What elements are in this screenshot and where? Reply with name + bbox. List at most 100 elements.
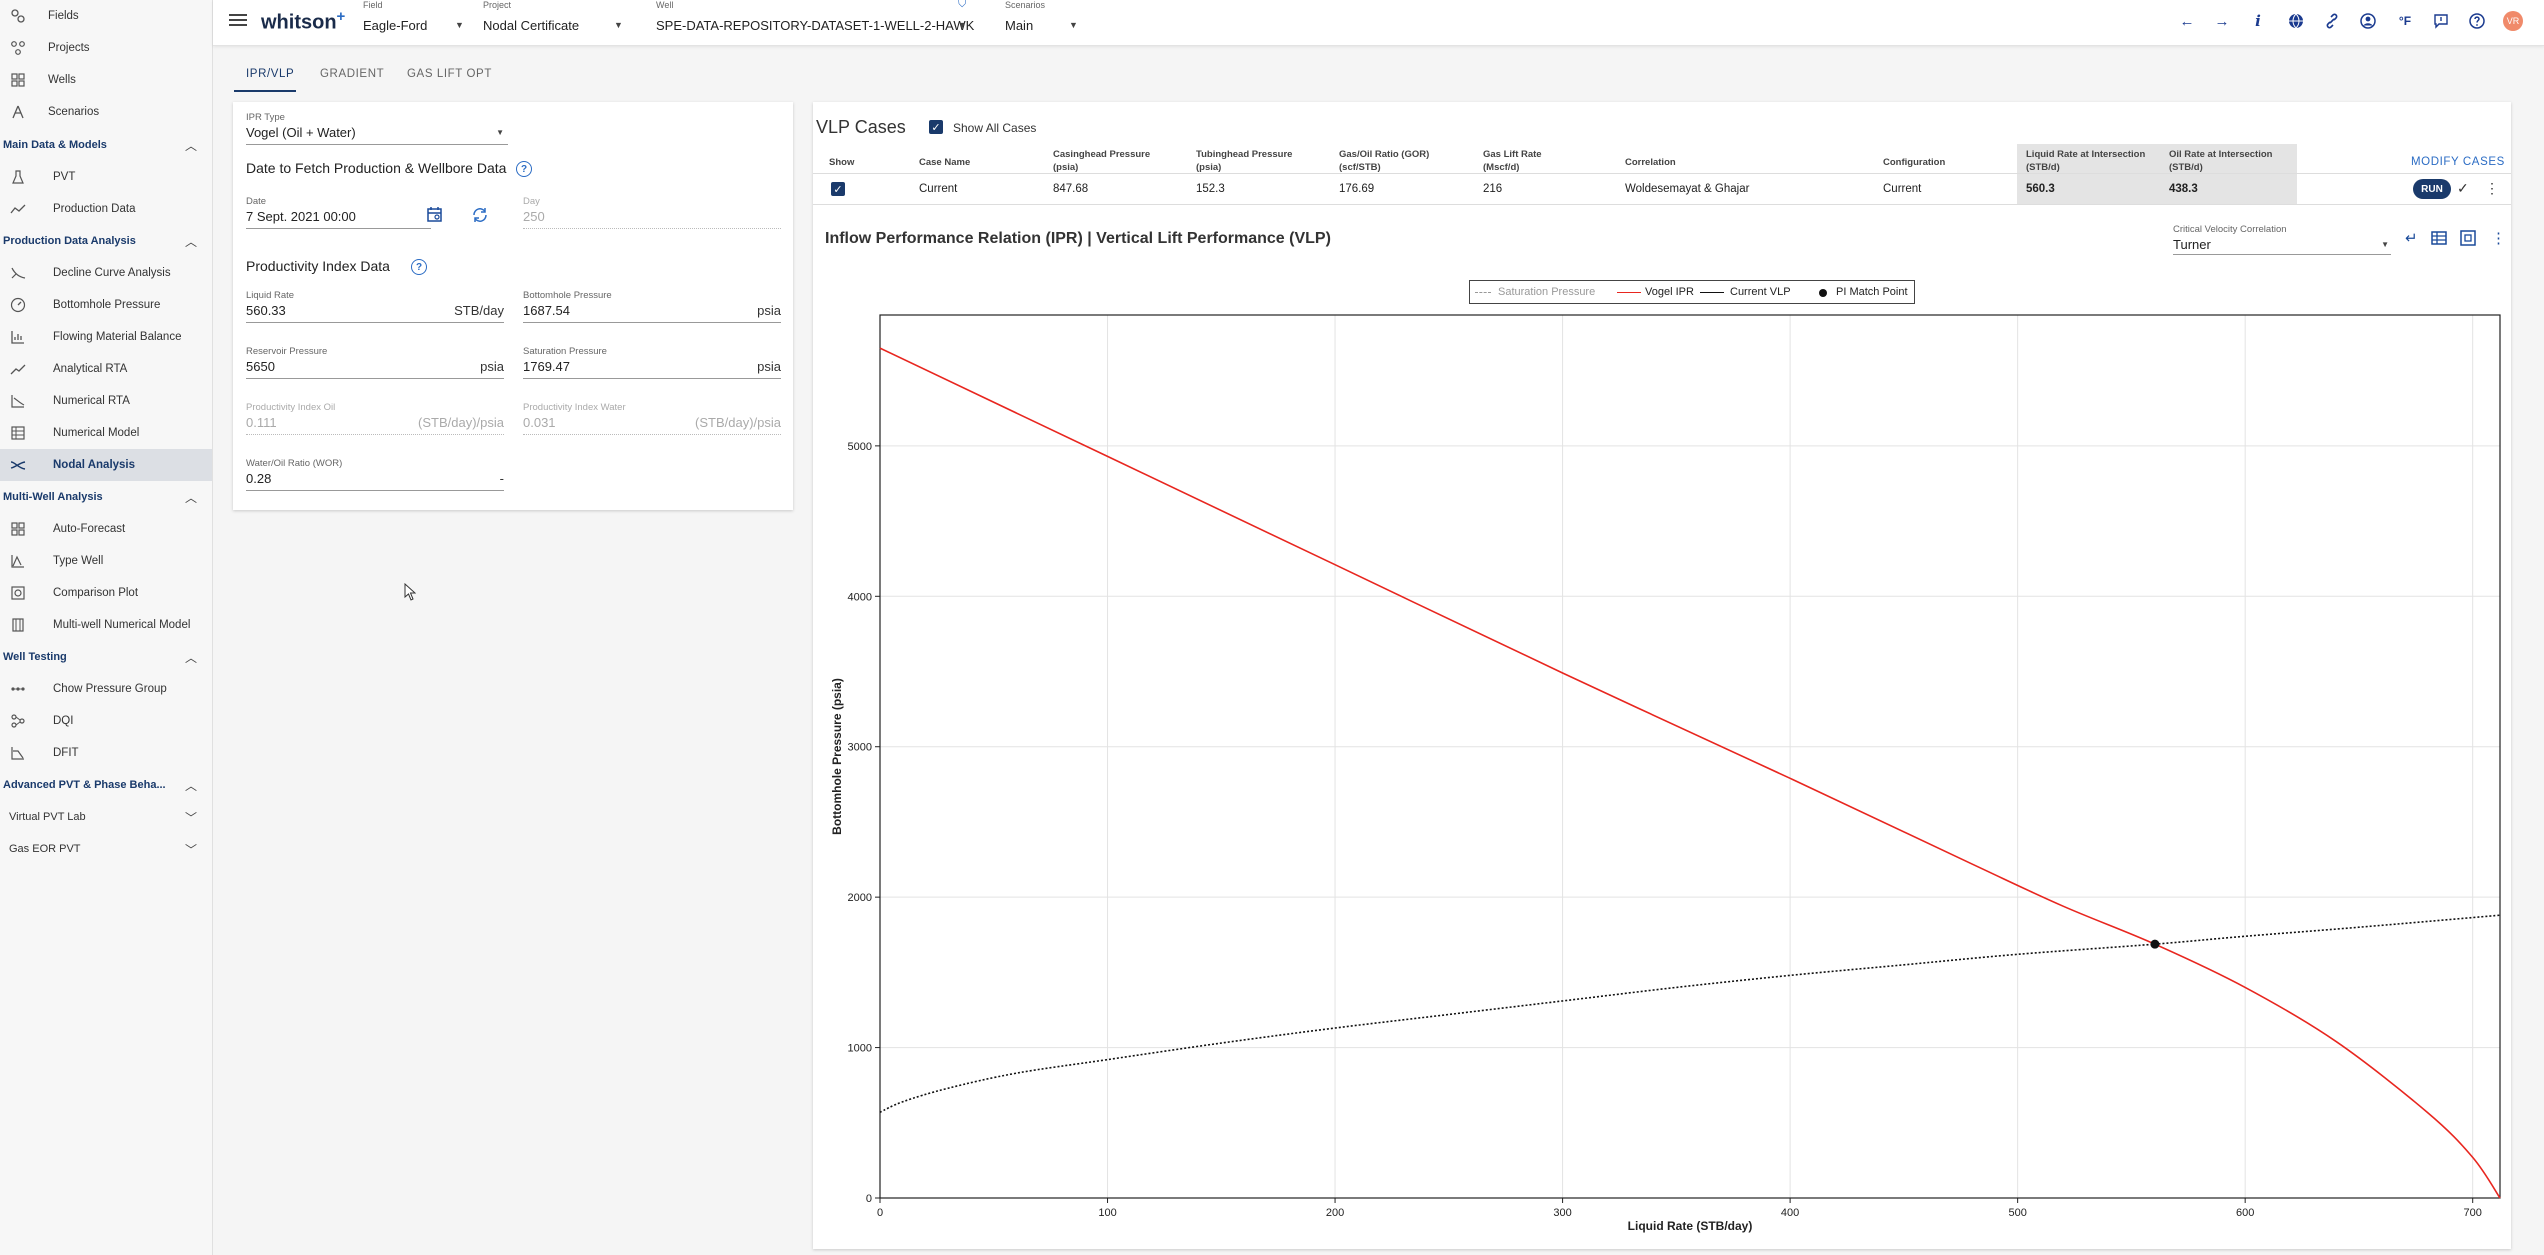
section-well-testing[interactable]: Well Testing ︿ — [0, 642, 212, 672]
wor-unit: - — [499, 471, 504, 486]
section-label: Virtual PVT Lab — [9, 811, 86, 823]
sidebar-item-analytical-rta[interactable]: Analytical RTA — [0, 353, 212, 385]
field-selector[interactable]: Field Eagle-Ford ▼ — [363, 0, 483, 40]
decline-curve-icon — [9, 264, 27, 282]
sidebar-item-type-well[interactable]: Type Well — [0, 545, 212, 577]
pi-oil-caption: Productivity Index Oil — [246, 402, 336, 413]
app-logo[interactable]: whitson+ — [261, 8, 345, 35]
well-selector[interactable]: Well SPE-DATA-REPOSITORY-DATASET-1-WELL-… — [656, 0, 996, 40]
sidebar-item-wells[interactable]: Wells — [0, 64, 212, 96]
wor-caption: Water/Oil Ratio (WOR) — [246, 458, 343, 469]
help-icon[interactable]: ? — [411, 259, 427, 275]
sidebar-item-fields[interactable]: Fields — [0, 0, 212, 32]
sidebar-item-pvt[interactable]: PVT — [0, 161, 212, 193]
sidebar-item-dqi[interactable]: DQI — [0, 705, 212, 737]
sidebar-item-label: Analytical RTA — [53, 363, 128, 375]
forward-arrow-icon[interactable]: → — [2211, 10, 2233, 32]
dropdown-arrow-icon: ▼ — [1069, 20, 1078, 30]
liquid-rate-caption: Liquid Rate — [246, 290, 295, 301]
scenarios-icon — [9, 103, 27, 121]
current-vlp-line — [879, 914, 2501, 1113]
sidebar-item-decline-curve-analysis[interactable]: Decline Curve Analysis — [0, 257, 212, 289]
field-underline — [246, 378, 504, 379]
tab-gas-lift-opt[interactable]: GAS LIFT OPT — [407, 68, 492, 80]
refresh-icon[interactable] — [471, 206, 489, 227]
wor-field[interactable]: Water/Oil Ratio (WOR) 0.28 - — [246, 458, 504, 492]
field-underline — [523, 228, 781, 229]
section-gas-eor-pvt[interactable]: Gas EOR PVT ﹀ — [0, 834, 212, 864]
liquid-rate-field[interactable]: Liquid Rate 560.33 STB/day — [246, 290, 504, 324]
section-production-data-analysis[interactable]: Production Data Analysis ︿ — [0, 226, 212, 256]
ipr-vlp-chart[interactable]: 0 100 200 300 400 500 600 700 0 1000 2000 3000 4000 5… — [813, 102, 2511, 1249]
sidebar-item-bottomhole-pressure[interactable]: Bottomhole Pressure — [0, 289, 212, 321]
help-circle-icon[interactable] — [2466, 10, 2488, 32]
dropdown-arrow-icon: ▼ — [958, 20, 967, 30]
section-multi-well-analysis[interactable]: Multi-Well Analysis ︿ — [0, 482, 212, 512]
sidebar-item-flowing-material-balance[interactable]: Flowing Material Balance — [0, 321, 212, 353]
sidebar-item-numerical-model[interactable]: Numerical Model — [0, 417, 212, 449]
sidebar-item-nodal-analysis[interactable]: Nodal Analysis — [0, 449, 212, 481]
sidebar-item-comparison-plot[interactable]: Comparison Plot — [0, 577, 212, 609]
field-underline — [523, 378, 781, 379]
numerical-rta-icon — [9, 392, 27, 410]
sidebar-item-label: Comparison Plot — [53, 587, 139, 599]
sidebar-item-production-data[interactable]: Production Data — [0, 193, 212, 225]
section-virtual-pvt-lab[interactable]: Virtual PVT Lab ﹀ — [0, 802, 212, 832]
sidebar-item-multi-well-numerical-model[interactable]: Multi-well Numerical Model — [0, 609, 212, 641]
grid-model-icon — [9, 424, 27, 442]
saturation-pressure-field[interactable]: Saturation Pressure 1769.47 psia — [523, 346, 781, 380]
gauge-icon — [9, 296, 27, 314]
back-arrow-icon[interactable]: ← — [2176, 10, 2198, 32]
pi-water-field: Productivity Index Water 0.031 (STB/day)… — [523, 402, 781, 436]
wor-value: 0.28 — [246, 471, 272, 486]
info-icon[interactable]: i — [2247, 10, 2269, 32]
ipr-panel: IPR Type Vogel (Oil + Water) ▼ Date to F… — [233, 102, 793, 510]
account-icon[interactable] — [2357, 10, 2379, 32]
help-icon[interactable]: ? — [516, 161, 532, 177]
reservoir-pressure-unit: psia — [480, 359, 504, 374]
menu-icon[interactable] — [229, 12, 247, 28]
sidebar-item-scenarios[interactable]: Scenarios — [0, 96, 212, 128]
section-advanced-pvt[interactable]: Advanced PVT & Phase Beha... ︿ — [0, 770, 212, 800]
project-selector[interactable]: Project Nodal Certificate ▼ — [483, 0, 643, 40]
sidebar-item-auto-forecast[interactable]: Auto-Forecast — [0, 513, 212, 545]
chevron-up-icon: ︿ — [184, 650, 197, 665]
tab-gradient[interactable]: GRADIENT — [320, 68, 384, 80]
link-icon[interactable] — [2321, 10, 2343, 32]
dropdown-arrow-icon: ▼ — [455, 20, 464, 30]
liquid-rate-value: 560.33 — [246, 303, 286, 318]
avatar[interactable]: VR — [2503, 11, 2523, 31]
bottomhole-pressure-field[interactable]: Bottomhole Pressure 1687.54 psia — [523, 290, 781, 324]
calendar-icon[interactable] — [426, 206, 444, 227]
field-underline — [246, 322, 504, 323]
date-field[interactable]: Date 7 Sept. 2021 00:00 — [246, 196, 431, 230]
pi-oil-value: 0.111 — [246, 415, 277, 430]
y-axis-label: Bottomhole Pressure (psia) — [830, 678, 844, 835]
scenario-selector[interactable]: Scenarios Main ▼ — [1005, 0, 1095, 40]
filter-icon[interactable]: ⛉ — [958, 0, 966, 11]
day-value: 250 — [523, 209, 545, 224]
date-caption: Date — [246, 196, 267, 207]
sidebar-item-projects[interactable]: Projects — [0, 32, 212, 64]
tab-ipr-vlp[interactable]: IPR/VLP — [246, 68, 294, 80]
field-underline — [246, 144, 508, 145]
globe-icon[interactable] — [2285, 10, 2307, 32]
section-main-data[interactable]: Main Data & Models ︿ — [0, 130, 212, 160]
saturation-pressure-caption: Saturation Pressure — [523, 346, 607, 357]
sidebar-item-label: Chow Pressure Group — [53, 683, 167, 695]
sidebar-item-label: Auto-Forecast — [53, 523, 126, 535]
x-tick-label: 200 — [1326, 1207, 1344, 1219]
temperature-unit-icon[interactable]: °F — [2394, 10, 2416, 32]
y-tick-label: 0 — [866, 1193, 872, 1205]
reservoir-pressure-value: 5650 — [246, 359, 275, 374]
flask-icon — [9, 168, 27, 186]
sidebar-item-dfit[interactable]: DFIT — [0, 737, 212, 769]
ipr-type-select[interactable]: IPR Type Vogel (Oil + Water) ▼ — [246, 112, 508, 146]
sidebar-item-chow-pressure-group[interactable]: Chow Pressure Group — [0, 673, 212, 705]
sidebar-item-numerical-rta[interactable]: Numerical RTA — [0, 385, 212, 417]
reservoir-pressure-field[interactable]: Reservoir Pressure 5650 psia — [246, 346, 504, 380]
sidebar-item-label: Numerical RTA — [53, 395, 130, 407]
vogel-ipr-line — [879, 347, 2501, 1199]
feedback-icon[interactable] — [2430, 10, 2452, 32]
y-tick-label: 3000 — [848, 742, 872, 754]
